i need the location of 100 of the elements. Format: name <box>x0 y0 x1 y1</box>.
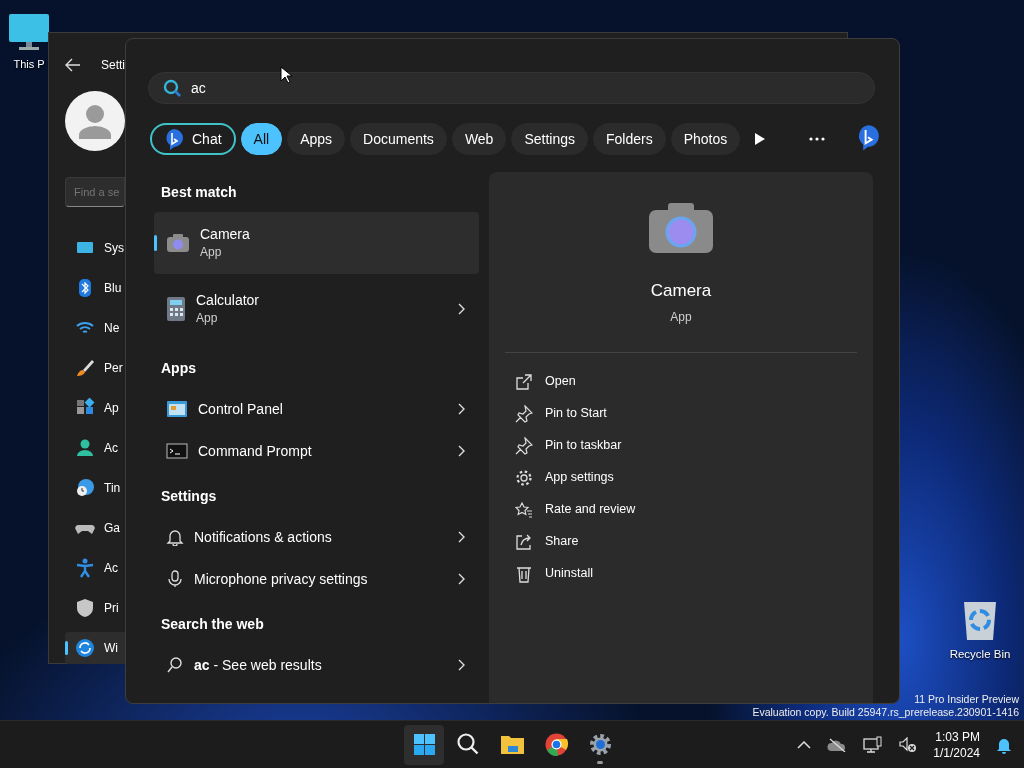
system-notice-text: Evaluation copy. Build 25947.rs_prerelease.230901-1416 <box>752 706 1019 719</box>
result-title: ac - See web results <box>194 656 323 674</box>
gear-icon <box>587 732 613 757</box>
chevron-up-icon <box>797 740 812 749</box>
filter-tab[interactable]: Folders <box>593 123 666 155</box>
action-item[interactable]: Share <box>505 525 857 558</box>
nav-item[interactable]: Ac <box>65 432 127 464</box>
search-icon <box>166 656 184 674</box>
result-subtitle: App <box>196 310 219 327</box>
nav-item[interactable]: Ap <box>65 392 127 424</box>
nav-item[interactable]: Ne <box>65 312 127 344</box>
result-title: Camera <box>200 225 251 243</box>
nav-item[interactable]: Tin <box>65 472 127 504</box>
search-icon <box>163 79 181 97</box>
action-item[interactable]: App settings <box>505 461 857 494</box>
window-title: Setti <box>101 57 125 74</box>
play-icon <box>754 132 767 146</box>
chevron-right-icon <box>457 573 465 585</box>
action-item[interactable]: Pin to Start <box>505 397 857 430</box>
filter-tab[interactable]: Photos <box>670 123 741 155</box>
action-item[interactable]: Open <box>505 365 857 398</box>
action-item[interactable]: Pin to taskbar <box>505 429 857 462</box>
external-link-icon <box>515 372 533 391</box>
nav-item[interactable]: Blu <box>65 272 127 304</box>
chevron-right-icon <box>457 531 465 543</box>
preview-title: Camera <box>649 280 713 302</box>
clock-date[interactable]: 1/1/2024 <box>933 744 980 761</box>
filter-tab[interactable]: All <box>240 123 283 155</box>
person-icon <box>75 438 95 458</box>
bell-icon <box>166 528 184 546</box>
back-arrow-icon <box>65 58 81 72</box>
result-item[interactable]: Camera App <box>154 212 479 274</box>
action-item[interactable]: Rate and review <box>505 493 857 526</box>
search-field[interactable]: Find a se <box>65 177 125 207</box>
chevron-right-icon <box>457 403 465 415</box>
nav-item[interactable]: Wi <box>65 632 127 664</box>
nav-item[interactable]: Per <box>65 352 127 384</box>
taskbar-app[interactable] <box>404 724 444 765</box>
section-header: Apps <box>161 358 197 378</box>
result-title: Notifications & actions <box>194 528 333 546</box>
section-header: Settings <box>161 486 218 506</box>
filter-tab[interactable]: Web <box>451 123 507 155</box>
filter-tab[interactable]: Apps <box>287 123 346 155</box>
result-title: Calculator <box>196 291 261 309</box>
filter-tab[interactable]: Chat <box>150 123 236 155</box>
nav-item[interactable]: Pri <box>65 592 127 624</box>
clock-time[interactable]: 1:03 PM <box>933 728 980 745</box>
cloud-off-icon <box>827 737 848 752</box>
nav-item[interactable]: Ga <box>65 512 127 544</box>
section-header: Best match <box>161 182 238 202</box>
filter-tab[interactable]: Documents <box>350 123 447 155</box>
section-header: Search the web <box>161 614 265 634</box>
nav-item[interactable]: Ac <box>65 552 127 584</box>
desktop-icon-label[interactable]: Recycle Bin <box>949 646 1011 664</box>
clock-icon <box>75 478 95 498</box>
avatar-icon <box>65 91 125 151</box>
result-title: Control Panel <box>198 400 284 418</box>
trash-icon <box>515 564 533 583</box>
terminal-icon <box>166 443 188 459</box>
star-icon <box>515 500 533 519</box>
chevron-right-icon <box>457 303 465 315</box>
result-item[interactable]: Command Prompt <box>154 430 479 472</box>
search-field[interactable]: ac <box>191 77 231 99</box>
search-icon <box>455 732 481 757</box>
result-item[interactable]: ac - See web results <box>154 644 479 686</box>
cursor-icon <box>280 66 292 84</box>
camera-icon <box>166 233 190 253</box>
pin-icon <box>515 404 533 423</box>
result-item[interactable]: Microphone privacy settings <box>154 558 479 600</box>
system-notice-text: 11 Pro Insider Preview <box>913 693 1019 706</box>
speaker-muted-icon <box>899 736 918 753</box>
microphone-icon <box>166 570 184 588</box>
result-item[interactable]: Calculator App <box>154 278 479 340</box>
camera-icon <box>648 202 714 254</box>
result-item[interactable]: Control Panel <box>154 388 479 430</box>
gear-icon <box>515 468 533 487</box>
result-title: Command Prompt <box>198 442 313 460</box>
filter-tab[interactable]: Settings <box>511 123 588 155</box>
shield-icon <box>75 598 95 618</box>
result-subtitle: App <box>200 244 223 261</box>
sync-icon <box>75 638 95 658</box>
chat-bubble-icon <box>164 128 186 150</box>
result-item[interactable]: Notifications & actions <box>154 516 479 558</box>
action-item[interactable]: Uninstall <box>505 557 857 590</box>
share-icon <box>515 532 533 551</box>
desktop-icon-label[interactable]: This P <box>13 56 45 73</box>
preview-subtitle: App <box>669 308 693 326</box>
more-icon <box>809 137 826 141</box>
result-title: Microphone privacy settings <box>194 570 369 588</box>
monitor-icon <box>7 12 51 52</box>
paintbrush-icon <box>75 358 95 378</box>
nav-item[interactable]: Sys <box>65 232 127 264</box>
chrome-icon <box>543 732 569 757</box>
control-panel-icon <box>166 400 188 418</box>
network-icon <box>863 735 884 754</box>
accessibility-icon <box>75 558 95 578</box>
calculator-icon <box>166 296 186 322</box>
pin-icon <box>515 436 533 455</box>
windows-logo-icon <box>411 732 437 757</box>
chevron-right-icon <box>457 659 465 671</box>
